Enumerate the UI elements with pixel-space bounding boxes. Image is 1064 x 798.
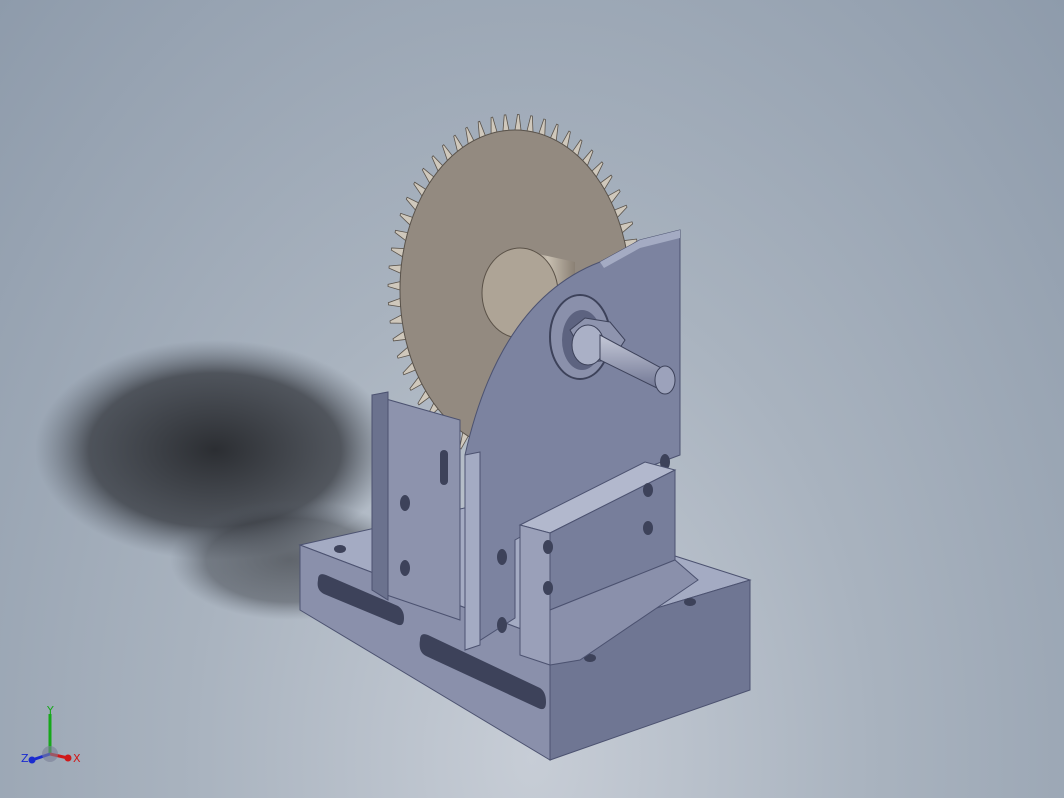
gear-tooth: [390, 247, 405, 258]
assembly-model[interactable]: [0, 0, 1064, 798]
axis-label-x: X: [73, 752, 81, 765]
base-hole: [684, 598, 696, 606]
bracket-hole: [400, 495, 410, 511]
clamp-hole: [543, 581, 553, 595]
bracket-slot: [440, 450, 448, 485]
axis-label-z: Z: [21, 752, 29, 765]
gear-tooth: [526, 115, 534, 133]
clamp-hole: [643, 483, 653, 497]
base-hole: [334, 545, 346, 553]
bracket-hole: [497, 617, 507, 633]
x-axis-marker: [64, 754, 72, 762]
gear-tooth: [490, 116, 498, 135]
gear-tooth: [387, 297, 402, 308]
gear-tooth: [387, 281, 401, 291]
graphics-viewport[interactable]: Y X Z: [0, 0, 1064, 798]
bracket-hole: [497, 549, 507, 565]
bracket-hole: [400, 560, 410, 576]
z-axis-marker: [28, 756, 36, 764]
coordinate-triad[interactable]: Y X Z: [18, 702, 88, 772]
axis-label-y: Y: [46, 704, 54, 717]
gear-tooth: [388, 264, 402, 274]
clamp-hole: [543, 540, 553, 554]
clamp-hole: [643, 521, 653, 535]
gear-tooth: [389, 314, 403, 324]
gear-tooth: [538, 118, 546, 136]
gear-tooth: [502, 114, 510, 132]
gear-tooth: [514, 114, 522, 131]
